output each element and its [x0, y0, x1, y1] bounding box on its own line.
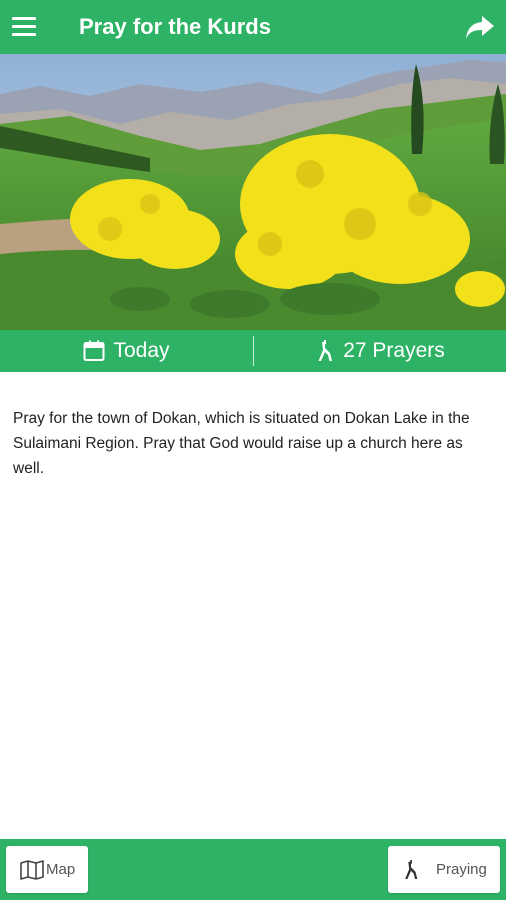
prayers-stat[interactable]: 27 Prayers [254, 330, 506, 372]
prayer-text: Pray for the town of Dokan, which is sit… [13, 410, 470, 477]
praying-person-icon [405, 859, 418, 879]
stats-bar: Today 27 Prayers [0, 330, 506, 372]
date-label: Today [113, 339, 170, 362]
calendar-icon [83, 340, 105, 361]
hero-image [0, 54, 506, 330]
share-arrow-icon [466, 16, 494, 39]
map-label: Map [46, 861, 76, 878]
bottom-bar: Map Praying [0, 839, 506, 900]
landscape-photo [0, 54, 506, 330]
menu-button[interactable] [10, 13, 40, 41]
map-icon [20, 859, 44, 880]
date-stat[interactable]: Today [0, 330, 253, 372]
page-title: Pray for the Kurds [79, 14, 271, 39]
map-button[interactable]: Map [6, 846, 88, 893]
share-button[interactable] [464, 12, 496, 42]
app-bar: Pray for the Kurds [0, 0, 506, 54]
prayers-count: 27 Prayers [343, 339, 445, 362]
praying-button[interactable]: Praying [388, 846, 500, 893]
praying-label: Praying [436, 861, 487, 878]
praying-person-icon [318, 340, 333, 361]
